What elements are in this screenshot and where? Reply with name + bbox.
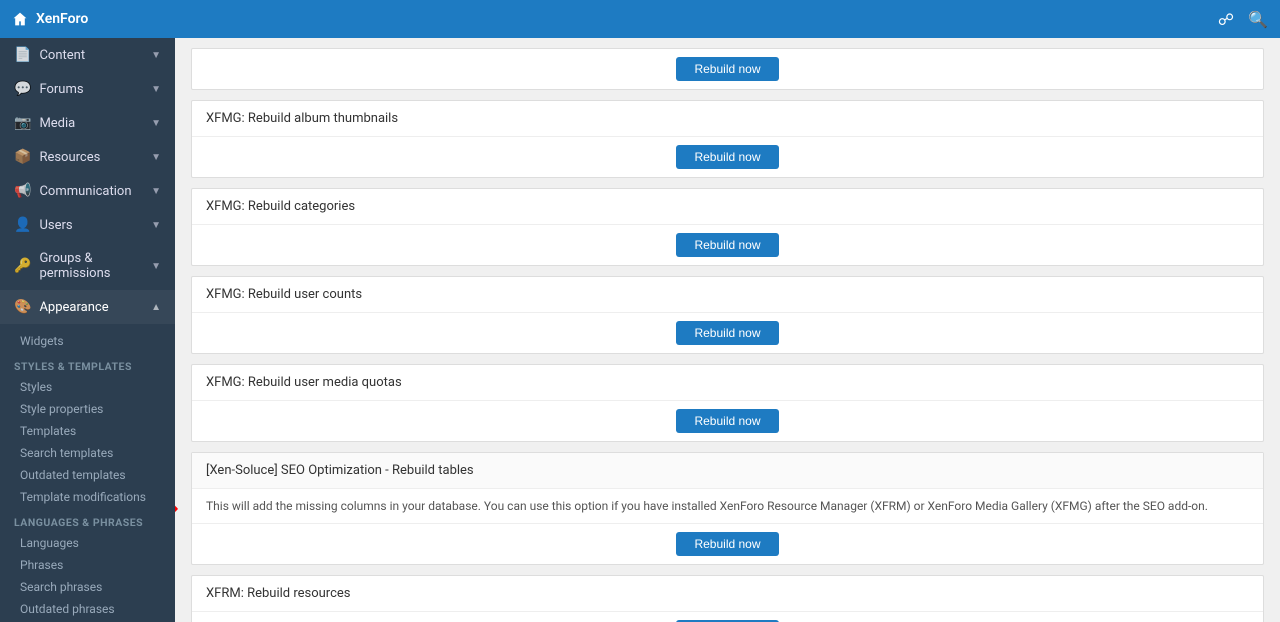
chevron-down-icon-3: ▼ bbox=[151, 118, 161, 129]
rebuild-card-header-card6: XFRM: Rebuild resources bbox=[192, 576, 1263, 612]
rebuild-card-card1: XFMG: Rebuild album thumbnails Rebuild n… bbox=[191, 100, 1264, 178]
chevron-down-icon: ▼ bbox=[151, 50, 161, 61]
rebuild-card-header-card4: XFMG: Rebuild user media quotas bbox=[192, 365, 1263, 401]
rebuild-card-action-card6: Rebuild now bbox=[192, 612, 1263, 622]
rebuild-card-card6: XFRM: Rebuild resources Rebuild now bbox=[191, 575, 1264, 622]
sidebar-item-forums[interactable]: 💬 Forums ▼ bbox=[0, 72, 175, 106]
search-icon[interactable]: 🔍 bbox=[1248, 10, 1268, 29]
sidebar-label-content: Content bbox=[39, 48, 85, 63]
rebuild-card-action-card5: Rebuild now bbox=[192, 524, 1263, 564]
sidebar-sub-phrases[interactable]: Phrases bbox=[0, 554, 175, 576]
sidebar-item-communication[interactable]: 📢 Communication ▼ bbox=[0, 174, 175, 208]
brand-name: XenForo bbox=[36, 11, 88, 27]
sidebar-label-users: Users bbox=[39, 218, 72, 233]
sidebar-item-groups[interactable]: 🔑 Groups & permissions ▼ bbox=[0, 242, 175, 290]
rebuild-btn-card4[interactable]: Rebuild now bbox=[676, 409, 778, 433]
chevron-down-icon-5: ▼ bbox=[151, 186, 161, 197]
sidebar-item-resources[interactable]: 📦 Resources ▼ bbox=[0, 140, 175, 174]
rebuild-card-card5: ➜ [Xen-Soluce] SEO Optimization - Rebuil… bbox=[191, 452, 1264, 565]
sidebar-sub-widgets[interactable]: Widgets bbox=[0, 330, 175, 352]
sidebar-label-media: Media bbox=[39, 116, 75, 131]
rebuild-card-card4: XFMG: Rebuild user media quotas Rebuild … bbox=[191, 364, 1264, 442]
sidebar-sub-outdated-phrases[interactable]: Outdated phrases bbox=[0, 598, 175, 620]
brand-area: XenForo bbox=[12, 11, 88, 27]
sidebar-sub-languages[interactable]: Languages bbox=[0, 532, 175, 554]
rebuild-card-action-card3: Rebuild now bbox=[192, 313, 1263, 353]
sidebar: 📄 Content ▼ 💬 Forums ▼ 📷 Media ▼ 📦 Resou… bbox=[0, 38, 175, 622]
sidebar-sub-outdated-templates[interactable]: Outdated templates bbox=[0, 464, 175, 486]
sidebar-sub-search-templates[interactable]: Search templates bbox=[0, 442, 175, 464]
resources-icon: 📦 bbox=[14, 149, 31, 165]
red-arrow-indicator: ➜ bbox=[175, 498, 179, 519]
sidebar-item-appearance[interactable]: 🎨 Appearance ▲ bbox=[0, 290, 175, 324]
content-area: Rebuild now XFMG: Rebuild album thumbnai… bbox=[175, 38, 1280, 622]
languages-phrases-header: Languages & phrases bbox=[0, 508, 175, 532]
chevron-down-icon-7: ▼ bbox=[151, 261, 161, 272]
rebuild-card-action-card2: Rebuild now bbox=[192, 225, 1263, 265]
sidebar-label-appearance: Appearance bbox=[39, 300, 108, 315]
sidebar-sub-search-phrases[interactable]: Search phrases bbox=[0, 576, 175, 598]
media-icon: 📷 bbox=[14, 115, 31, 131]
appearance-icon: 🎨 bbox=[14, 299, 31, 315]
rebuild-card-desc-card5: This will add the missing columns in you… bbox=[192, 489, 1263, 524]
users-icon: 👤 bbox=[14, 217, 31, 233]
topbar-actions: ☍ 🔍 bbox=[1218, 10, 1268, 29]
rebuild-card-header-card2: XFMG: Rebuild categories bbox=[192, 189, 1263, 225]
sidebar-label-forums: Forums bbox=[39, 82, 83, 97]
rebuild-btn-top[interactable]: Rebuild now bbox=[676, 57, 778, 81]
rebuild-btn-card5[interactable]: Rebuild now bbox=[676, 532, 778, 556]
rebuild-card-action-card4: Rebuild now bbox=[192, 401, 1263, 441]
rebuild-btn-card3[interactable]: Rebuild now bbox=[676, 321, 778, 345]
sidebar-item-content[interactable]: 📄 Content ▼ bbox=[0, 38, 175, 72]
rebuild-card-top: Rebuild now bbox=[191, 48, 1264, 90]
content-icon: 📄 bbox=[14, 47, 31, 63]
forums-icon: 💬 bbox=[14, 81, 31, 97]
rebuild-card-action-card1: Rebuild now bbox=[192, 137, 1263, 177]
sidebar-label-groups: Groups & permissions bbox=[39, 251, 151, 281]
rebuild-card-top-action: Rebuild now bbox=[192, 49, 1263, 89]
chevron-up-icon: ▲ bbox=[151, 302, 161, 313]
chevron-down-icon-6: ▼ bbox=[151, 220, 161, 231]
sidebar-item-media[interactable]: 📷 Media ▼ bbox=[0, 106, 175, 140]
rebuild-btn-card2[interactable]: Rebuild now bbox=[676, 233, 778, 257]
home-icon[interactable] bbox=[12, 11, 28, 27]
appearance-submenu: Widgets Styles & templates Styles Style … bbox=[0, 324, 175, 622]
sidebar-sub-style-properties[interactable]: Style properties bbox=[0, 398, 175, 420]
sidebar-sub-template-modifications[interactable]: Template modifications bbox=[0, 486, 175, 508]
rebuild-btn-card1[interactable]: Rebuild now bbox=[676, 145, 778, 169]
rebuild-card-header-card1: XFMG: Rebuild album thumbnails bbox=[192, 101, 1263, 137]
rebuild-card-card3: XFMG: Rebuild user counts Rebuild now bbox=[191, 276, 1264, 354]
sidebar-label-resources: Resources bbox=[39, 150, 100, 165]
communication-icon: 📢 bbox=[14, 183, 31, 199]
topbar: XenForo ☍ 🔍 bbox=[0, 0, 1280, 38]
sidebar-item-users[interactable]: 👤 Users ▼ bbox=[0, 208, 175, 242]
sidebar-sub-templates[interactable]: Templates bbox=[0, 420, 175, 442]
cards-container: XFMG: Rebuild album thumbnails Rebuild n… bbox=[191, 100, 1264, 622]
rebuild-card-header-card3: XFMG: Rebuild user counts bbox=[192, 277, 1263, 313]
sidebar-label-communication: Communication bbox=[39, 184, 131, 199]
chevron-down-icon-4: ▼ bbox=[151, 152, 161, 163]
groups-icon: 🔑 bbox=[14, 258, 31, 274]
rebuild-card-header-card5: [Xen-Soluce] SEO Optimization - Rebuild … bbox=[192, 453, 1263, 489]
chevron-down-icon-2: ▼ bbox=[151, 84, 161, 95]
notifications-icon[interactable]: ☍ bbox=[1218, 10, 1234, 29]
styles-templates-header: Styles & templates bbox=[0, 352, 175, 376]
rebuild-card-card2: XFMG: Rebuild categories Rebuild now bbox=[191, 188, 1264, 266]
sidebar-sub-styles[interactable]: Styles bbox=[0, 376, 175, 398]
